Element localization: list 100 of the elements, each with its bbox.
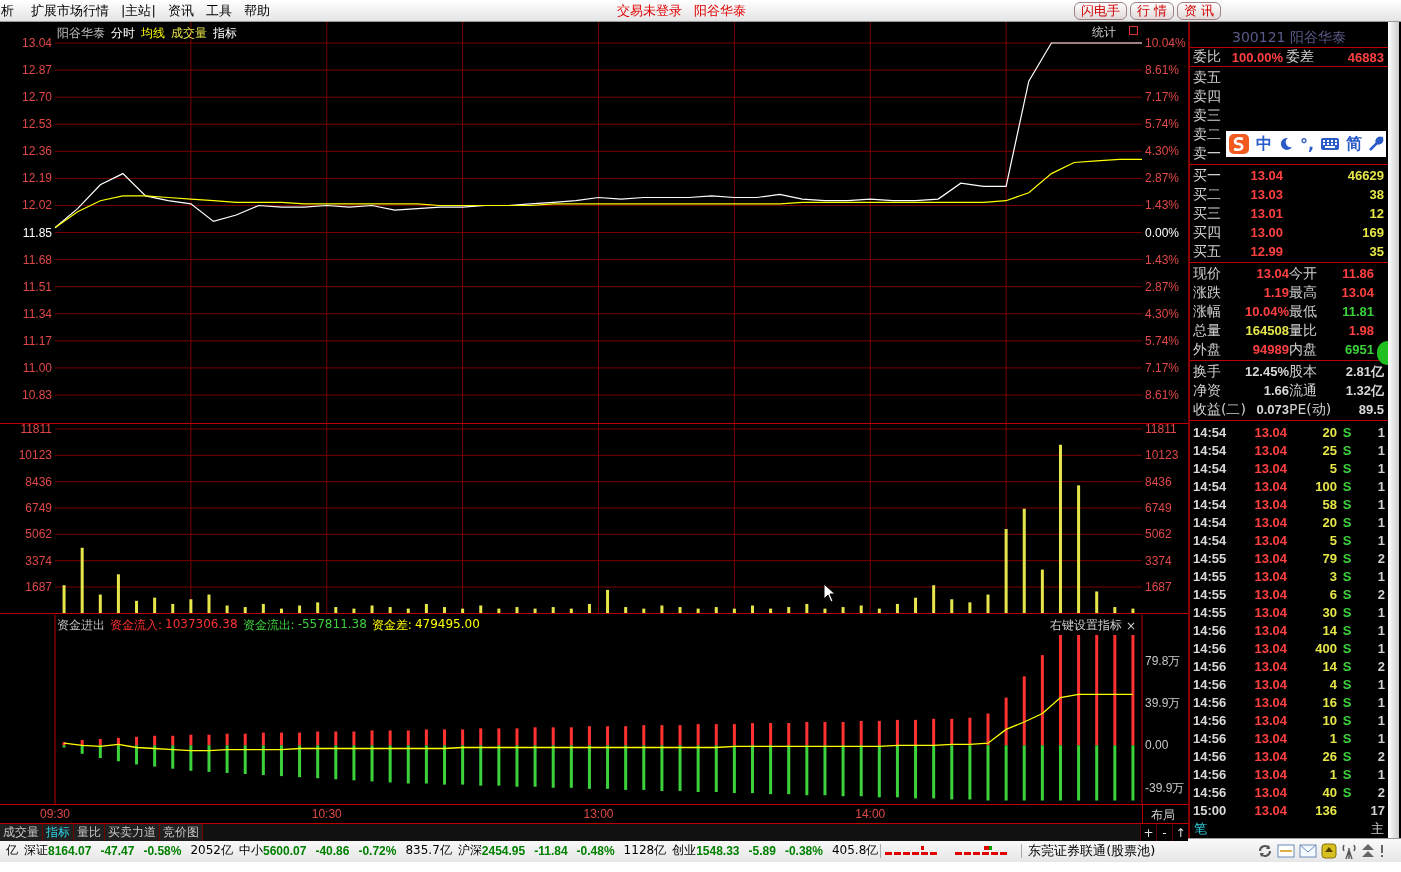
close-button[interactable]: × — [1126, 617, 1137, 634]
bottom-tab[interactable]: 竞价图 — [160, 824, 203, 841]
menu-item[interactable]: 工具 — [200, 1, 239, 20]
bottom-tab[interactable]: 指标 — [43, 824, 74, 841]
index-percent: -0.48% — [576, 843, 615, 858]
chart-mode[interactable]: 均线 — [141, 25, 165, 42]
axis-label: 12.36 — [21, 144, 52, 159]
stats-button[interactable]: 统计 — [1090, 24, 1118, 41]
menu-item[interactable]: 资讯 — [162, 1, 201, 20]
axis-label: 3374 — [1145, 553, 1172, 568]
chart-mode[interactable]: 成交量 — [171, 25, 207, 42]
axis-label: 10123 — [18, 448, 52, 463]
tick-count: 1 — [1376, 694, 1385, 710]
ime-mode[interactable]: 中 — [1256, 133, 1272, 155]
indicator-value: 1037306.38 — [165, 617, 238, 633]
zoom-button[interactable]: + — [1140, 824, 1156, 841]
ime-script[interactable]: 简 — [1346, 133, 1363, 155]
indicator-value: -557811.38 — [297, 617, 367, 633]
tick-side: S — [1342, 586, 1352, 602]
tick-volume: 58 — [1321, 496, 1337, 512]
tick-time: 14:56 — [1193, 694, 1228, 710]
tick-side: S — [1342, 766, 1352, 782]
ime-punctuation[interactable]: °, — [1300, 134, 1315, 154]
quote-label: 净资 — [1193, 381, 1221, 400]
quote-label: 股本 — [1289, 362, 1317, 381]
tick-volume: 20 — [1321, 514, 1337, 530]
tick-side: S — [1342, 496, 1352, 512]
top-button[interactable]: 闪电手 — [1073, 1, 1127, 20]
axis-label: 7.17% — [1145, 90, 1180, 105]
bid-price: 13.03 — [1249, 187, 1283, 202]
bid-label: 买三 — [1193, 204, 1221, 223]
quote-label: 换手 — [1193, 362, 1221, 381]
tick-side: S — [1342, 460, 1352, 476]
index-value: 8164.07 — [48, 843, 92, 858]
tick-side: S — [1342, 568, 1352, 584]
tick-time: 14:56 — [1193, 748, 1228, 764]
menu-item[interactable]: 帮助 — [238, 1, 277, 20]
tick-count: 2 — [1376, 784, 1385, 800]
time-label: 14:00 — [854, 807, 887, 821]
tick-price: 13.04 — [1253, 514, 1287, 530]
quote-label: 最高 — [1289, 283, 1317, 302]
axis-label: 10123 — [1145, 448, 1179, 463]
top-button[interactable]: 行 情 — [1129, 1, 1174, 20]
tick-volume: 100 — [1314, 478, 1337, 494]
layout-label[interactable]: 布局 — [1142, 805, 1188, 823]
tick-price: 13.04 — [1253, 712, 1287, 728]
menu-item[interactable]: 扩展市场行情 — [26, 1, 116, 20]
menu-item[interactable]: 析 — [0, 1, 26, 20]
tick-price: 13.04 — [1253, 532, 1287, 548]
status-notice: 阳谷华泰 — [693, 1, 746, 20]
zoom-button[interactable]: ↑ — [1172, 824, 1188, 841]
index-amount: 2052亿 — [190, 842, 233, 859]
tick-volume: 20 — [1321, 424, 1337, 440]
chart-mode[interactable]: 分时 — [111, 25, 135, 42]
index-amount: 1128亿 — [623, 842, 667, 859]
index-change: -5.89 — [748, 843, 776, 858]
ask-label: 卖五 — [1193, 68, 1221, 87]
bottom-tab[interactable]: 买卖力道 — [105, 824, 160, 841]
axis-label: 11.34 — [22, 306, 52, 321]
tick-side: S — [1342, 694, 1352, 710]
zoom-button[interactable]: - — [1156, 824, 1172, 841]
tick-time: 14:55 — [1193, 550, 1228, 566]
bottom-tab[interactable]: 量比 — [74, 824, 105, 841]
tick-price: 13.04 — [1253, 658, 1287, 674]
tick-price: 13.04 — [1253, 424, 1287, 440]
tick-count: 1 — [1376, 622, 1385, 638]
index-change: -40.86 — [315, 843, 350, 858]
tick-price: 13.04 — [1253, 784, 1287, 800]
axis-label: 8436 — [1145, 474, 1172, 489]
index-name: 沪深 — [457, 842, 482, 859]
index-name: 深证 — [24, 842, 48, 859]
tick-volume: 16 — [1321, 694, 1337, 710]
tick-volume: 136 — [1314, 802, 1337, 818]
tick-count: 1 — [1376, 532, 1385, 548]
quote-value: 13.04 — [1255, 266, 1289, 281]
tick-count: 1 — [1376, 640, 1385, 656]
quote-label: 涨幅 — [1193, 302, 1221, 321]
tick-volume: 14 — [1321, 658, 1337, 674]
quote-value: 164508 — [1244, 323, 1289, 338]
tick-price: 13.04 — [1253, 730, 1287, 746]
tick-price: 13.04 — [1253, 676, 1287, 692]
menu-item[interactable]: |主站| — [116, 1, 163, 20]
indicator-hint: 右键设置指标 — [1050, 617, 1122, 634]
tick-price: 13.04 — [1253, 694, 1287, 710]
quote-label: 现价 — [1193, 264, 1221, 283]
status-text: 亿 — [6, 842, 18, 859]
axis-label: 12.19 — [21, 171, 52, 186]
tick-time: 14:56 — [1193, 712, 1228, 728]
index-value: 5600.07 — [263, 843, 307, 858]
indicator-value: 479495.00 — [414, 617, 480, 633]
axis-label: 1.43% — [1145, 252, 1180, 267]
tick-side: S — [1342, 622, 1352, 638]
top-button[interactable]: 资 讯 — [1176, 1, 1222, 20]
chart-mode[interactable]: 指标 — [213, 25, 237, 42]
bottom-tab[interactable]: 成交量 — [0, 824, 43, 841]
tick-side: S — [1342, 712, 1352, 728]
axis-label: 5062 — [25, 527, 52, 542]
status-notice: 交易未登录 — [616, 1, 682, 20]
tick-time: 14:54 — [1193, 496, 1228, 512]
bid-price: 13.00 — [1249, 225, 1283, 240]
